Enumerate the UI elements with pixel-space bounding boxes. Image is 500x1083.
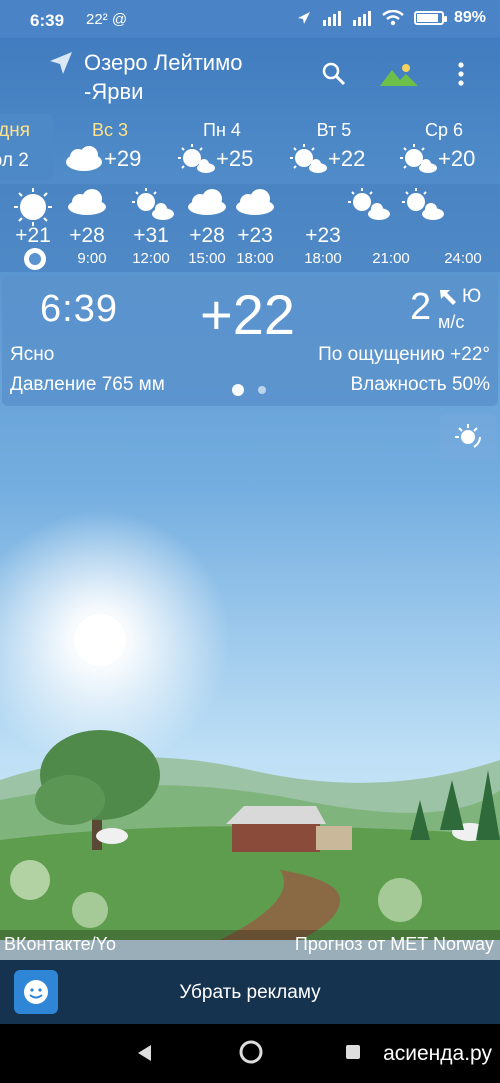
page-dot	[258, 386, 266, 394]
location-arrow-icon[interactable]	[48, 50, 74, 76]
sun-animation-icon	[455, 424, 481, 448]
day-temp: +29	[104, 146, 142, 171]
sun-cloud-icon	[132, 188, 174, 220]
hourly-temp: +23	[237, 224, 273, 247]
hourly-forecast-strip[interactable]: +21 +28 9:00 +31 12:00 +28 15:00 +23 18:…	[0, 184, 500, 272]
current-conditions-card[interactable]: 6:39 +22 2 Ю м/с Ясно По ощущению +22° Д…	[2, 276, 498, 406]
hourly-item[interactable]: 24:00	[430, 184, 496, 272]
day-temp: +20	[438, 146, 476, 171]
wind-direction-arrow-icon	[440, 290, 456, 305]
system-nav-bar: асиенда.ру	[0, 1024, 500, 1083]
condition-text: Ясно	[10, 344, 55, 365]
battery-percent: 89%	[453, 9, 486, 26]
day-card[interactable]: Вт 5 +22	[278, 114, 390, 180]
status-bar: 6:39 22² @ 89%	[0, 0, 500, 38]
city-name-line2: -Ярви	[84, 79, 144, 104]
sun-icon	[14, 188, 52, 226]
cloud-icon	[236, 189, 274, 215]
today-date: юл 2	[0, 150, 29, 171]
today-label: одня	[0, 120, 31, 141]
sun-cloud-icon	[400, 144, 437, 173]
home-icon[interactable]	[238, 1039, 264, 1065]
search-icon[interactable]	[322, 62, 346, 86]
wind-direction: Ю	[462, 286, 482, 307]
animation-toggle-button[interactable]	[440, 414, 496, 460]
author-credit[interactable]: ВКонтакте/Yo	[4, 934, 116, 955]
day-card[interactable]: Пн 4 +25	[166, 114, 278, 180]
pressure: Давление 765 мм	[10, 374, 165, 395]
status-notifications: 22² @	[86, 11, 128, 28]
day-card[interactable]: Вс 3 +29	[54, 114, 166, 180]
battery-icon	[413, 11, 447, 25]
hourly-time: 24:00	[444, 250, 482, 267]
city-name-line1: Озеро Лейтимо	[84, 50, 243, 75]
remove-ads-button[interactable]: Убрать рекламу	[0, 982, 500, 1004]
wind-unit: м/с	[438, 312, 465, 332]
signal-icon	[322, 11, 341, 26]
current-time-marker	[24, 248, 46, 270]
wifi-icon	[382, 10, 404, 26]
hourly-time: 18:00	[236, 250, 274, 267]
city-name[interactable]: Озеро Лейтимо -Ярви	[84, 48, 242, 106]
day-label: Пн 4	[203, 120, 241, 140]
current-temperature: +22	[200, 283, 295, 346]
hourly-temp: +28	[69, 224, 105, 247]
back-icon[interactable]	[136, 1044, 152, 1062]
humidity: Влажность 50%	[350, 374, 490, 395]
remove-ads-bar[interactable]: Убрать рекламу	[0, 960, 500, 1024]
hourly-item[interactable]: +28 9:00	[54, 184, 120, 272]
day-label: Вс 3	[91, 120, 129, 140]
signal-icon-2	[352, 11, 371, 26]
feels-like: По ощущению +22°	[318, 344, 490, 365]
page-indicator	[232, 384, 266, 396]
credits-bar: ВКонтакте/Yo Прогноз от MET Norway	[0, 930, 500, 960]
status-time: 6:39	[30, 11, 65, 30]
wind-speed: 2	[410, 286, 432, 328]
day-card[interactable]: Ср 6 +20	[388, 114, 500, 180]
day-label: Вт 5	[316, 120, 352, 140]
hourly-item[interactable]: +23 18:00	[222, 184, 288, 272]
day-label: Ср 6	[424, 120, 464, 140]
day-card-today[interactable]: одня юл 2	[0, 114, 54, 180]
cloud-icon	[68, 189, 106, 215]
location-status-icon	[297, 12, 310, 24]
app-header: Озеро Лейтимо -Ярви	[0, 38, 500, 110]
watermark: асиенда.ру	[383, 1042, 492, 1065]
sun-cloud-icon	[178, 144, 215, 173]
daily-forecast-strip[interactable]: одня юл 2 Вс 3 +29 Пн 4 +25 Вт 5 +22 Ср …	[0, 114, 500, 180]
page-dot-active	[232, 384, 244, 396]
partly-cloudy-icon	[66, 146, 102, 171]
hourly-time: 9:00	[77, 250, 107, 267]
current-time: 6:39	[40, 288, 118, 330]
day-temp: +25	[216, 146, 254, 171]
sun-cloud-icon	[290, 144, 327, 173]
recent-apps-icon[interactable]	[346, 1045, 360, 1059]
forecast-source[interactable]: Прогноз от MET Norway	[295, 934, 494, 955]
more-vert-icon[interactable]	[458, 62, 464, 86]
day-temp: +22	[328, 146, 366, 171]
landscape-icon[interactable]	[380, 62, 418, 88]
